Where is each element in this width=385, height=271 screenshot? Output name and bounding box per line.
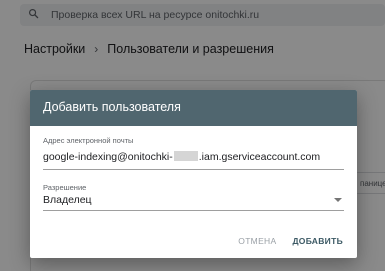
email-field-label: Адрес электронной почты xyxy=(43,136,134,145)
add-user-dialog: Добавить пользователя Адрес электронной … xyxy=(30,90,357,258)
add-button[interactable]: ДОБАВИТЬ xyxy=(284,232,351,250)
email-value-prefix: google-indexing@onitochki- xyxy=(43,151,173,163)
cancel-button[interactable]: ОТМЕНА xyxy=(230,232,284,250)
permission-select[interactable]: Владелец xyxy=(43,194,92,206)
redacted-block xyxy=(173,151,198,161)
permission-field-label: Разрешение xyxy=(43,183,87,192)
email-field-underline xyxy=(43,169,344,170)
email-field[interactable]: google-indexing@onitochki- .iam.gservicea… xyxy=(43,151,320,163)
email-value-suffix: .iam.gserviceaccount.com xyxy=(198,151,321,163)
dropdown-caret-icon[interactable] xyxy=(334,198,342,202)
permission-select-underline xyxy=(43,210,344,211)
dialog-actions: ОТМЕНА ДОБАВИТЬ xyxy=(230,232,351,250)
dialog-title: Добавить пользователя xyxy=(30,90,357,126)
